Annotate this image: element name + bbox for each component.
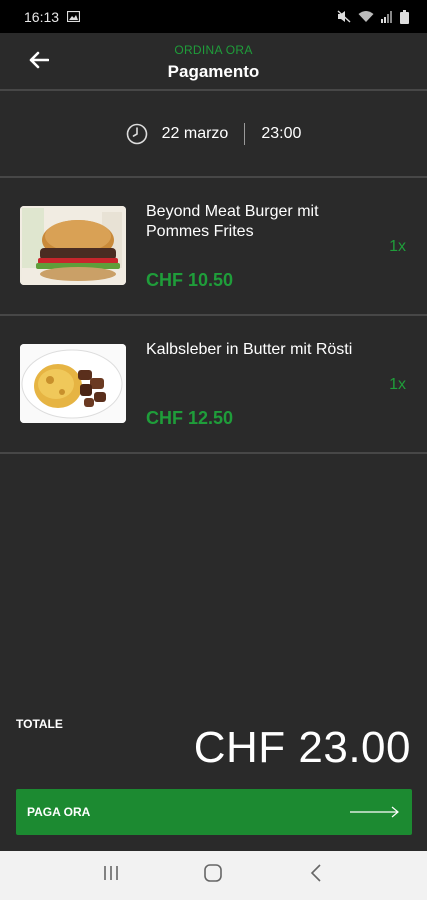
status-left: 16:13 xyxy=(24,8,81,25)
item-name: Kalbsleber in Butter mit Rösti xyxy=(146,341,353,358)
recents-icon xyxy=(102,865,120,886)
order-item[interactable]: Beyond Meat Burger mit Pommes Frites CHF… xyxy=(0,178,427,314)
order-item[interactable]: Kalbsleber in Butter mit Rösti CHF 12.50… xyxy=(0,316,427,452)
home-button[interactable] xyxy=(193,856,233,896)
item-quantity: 1x xyxy=(389,376,406,393)
system-back-button[interactable] xyxy=(296,856,336,896)
total-amount: CHF 23.00 xyxy=(193,723,411,772)
item-quantity: 1x xyxy=(389,238,406,255)
item-price: CHF 10.50 xyxy=(146,270,234,290)
pay-now-button[interactable]: PAGA ORA xyxy=(16,789,412,835)
recents-button[interactable] xyxy=(91,856,131,896)
signal-icon xyxy=(381,10,393,23)
clock-icon xyxy=(126,123,148,145)
home-icon xyxy=(204,864,223,887)
item-divider xyxy=(0,452,427,454)
item-name: Beyond Meat Burger mit Pommes Frites xyxy=(146,203,319,240)
wifi-icon xyxy=(358,10,374,23)
status-right xyxy=(337,9,409,24)
status-time: 16:13 xyxy=(24,8,60,25)
item-price: CHF 12.50 xyxy=(146,408,234,428)
schedule-date: 22 marzo xyxy=(161,125,229,142)
total-label: TOTALE xyxy=(16,717,63,731)
schedule-row[interactable]: 22 marzo 23:00 xyxy=(0,92,427,176)
long-arrow-right-icon xyxy=(350,805,400,823)
header-subtitle: ORDINA ORA xyxy=(174,43,253,57)
pay-now-label: PAGA ORA xyxy=(27,805,91,819)
schedule-time: 23:00 xyxy=(261,125,302,142)
status-bar: 16:13 xyxy=(0,0,427,33)
footer: TOTALE CHF 23.00 PAGA ORA xyxy=(0,697,427,851)
schedule-separator xyxy=(244,123,246,145)
chevron-left-icon xyxy=(310,864,322,887)
mute-icon xyxy=(337,10,351,23)
liver-rosti-image xyxy=(20,344,126,423)
battery-icon xyxy=(400,9,409,24)
header: ORDINA ORA Pagamento xyxy=(0,33,427,90)
page-title: Pagamento xyxy=(167,62,260,81)
header-divider xyxy=(0,89,427,91)
gallery-notification-icon xyxy=(67,11,81,22)
burger-image xyxy=(20,206,126,285)
system-nav-bar xyxy=(0,851,427,900)
